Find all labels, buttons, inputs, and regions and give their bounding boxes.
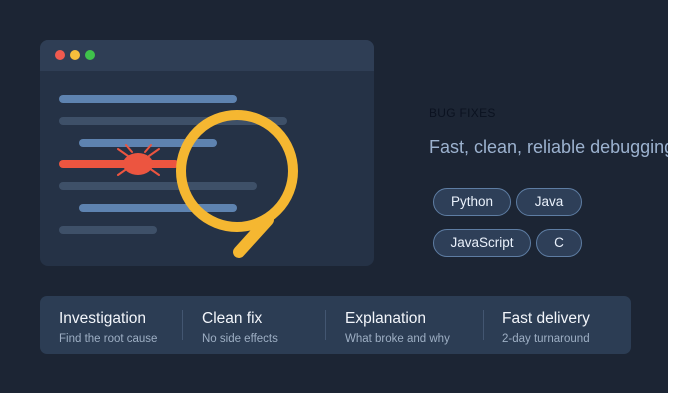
feature-divider	[325, 310, 326, 340]
language-tag-python[interactable]: Python	[433, 188, 511, 216]
language-tag-javascript[interactable]: JavaScript	[433, 229, 531, 257]
feature-subtitle: What broke and why	[345, 333, 450, 345]
feature-title: Clean fix	[202, 310, 263, 327]
feature-subtitle: Find the root cause	[59, 333, 158, 345]
language-tag-java[interactable]: Java	[516, 188, 582, 216]
feature-fast-delivery: Fast delivery 2-day turnaround	[502, 310, 590, 345]
feature-title: Explanation	[345, 310, 427, 327]
feature-title: Investigation	[59, 310, 147, 327]
feature-title: Fast delivery	[502, 310, 590, 327]
bug-fixes-banner: BUG FIXES Fast, clean, reliable debuggin…	[0, 0, 668, 393]
code-editor-illustration	[40, 40, 374, 266]
feature-divider	[483, 310, 484, 340]
feature-clean-fix: Clean fix No side effects	[202, 310, 278, 345]
feature-explanation: Explanation What broke and why	[345, 310, 450, 345]
section-heading: BUG FIXES	[429, 106, 496, 120]
feature-divider	[182, 310, 183, 340]
feature-subtitle: No side effects	[202, 333, 278, 345]
bug-icon	[117, 144, 160, 176]
feature-subtitle: 2-day turnaround	[502, 333, 590, 345]
language-tag-c[interactable]: C	[536, 229, 582, 257]
feature-strip: Investigation Find the root cause Clean …	[40, 296, 631, 354]
feature-investigation: Investigation Find the root cause	[59, 310, 157, 345]
magnifier-icon	[176, 110, 298, 258]
section-tagline: Fast, clean, reliable debugging	[429, 137, 668, 157]
bug-magnifier-graphic	[117, 110, 298, 258]
